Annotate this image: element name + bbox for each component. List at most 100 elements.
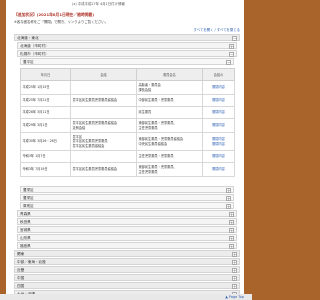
- committee-cell: 東部民生委員・児童委員協議会 中央民生委員協議会: [136, 132, 203, 151]
- detail-link[interactable]: 開閉内容: [202, 150, 235, 163]
- section-hokkaido-tohoku[interactable]: 北海道・東北 −: [14, 34, 240, 41]
- section-label: 厚別区: [23, 204, 34, 208]
- section-item[interactable]: 中部／東海・北陸 +: [14, 258, 240, 265]
- expand-collapse-all-link[interactable]: すべてを開く / すべてを閉じる: [194, 27, 241, 32]
- meeting-table: 年月日 会議 委員会名 会議の 平成25年 1月15日 高齢者・委員会 課長会議…: [20, 68, 235, 177]
- expand-icon[interactable]: +: [229, 219, 234, 225]
- table-row: 令和3年 7月19日 豊平区民生委員児童委員協議会 東部民生委員・児童委員、 主…: [20, 162, 235, 177]
- table-row: 平成25年 1月15日 高齢者・委員会 課長会議 開閉内容: [20, 80, 235, 95]
- section-label: 北海道（市町村）: [20, 44, 49, 48]
- detail-link[interactable]: 開閉内容: [202, 80, 235, 95]
- expand-icon[interactable]: +: [229, 43, 234, 49]
- table-row: 令和3年 1月7日 主任児童委員・児童委員 開閉内容: [20, 150, 235, 163]
- section-label: 近畿: [17, 268, 25, 272]
- committee-cell: 中部民生委員・児童委員: [136, 94, 203, 107]
- committee-cell: 民生委員: [136, 106, 203, 119]
- table-row: 平成29年 3月1日 豊平区民生委員児童委員協議会 定例会議 東部民生委員・児童…: [20, 118, 235, 133]
- date-cell: 平成25年 1月15日: [20, 80, 71, 95]
- instruction-note: ※各な固名称をご「開閉」で開き、リンクよりご覧ください。: [14, 20, 109, 24]
- section-hokkaido-city[interactable]: 北海道（市町村） +: [17, 42, 237, 49]
- section-label: 中国: [17, 276, 25, 280]
- section-item[interactable]: 近畿 +: [14, 266, 240, 273]
- meeting-cell: 豊平区民生委員児童委員協議会: [70, 162, 137, 177]
- meeting-cell: [70, 150, 137, 163]
- expand-icon[interactable]: +: [232, 275, 237, 281]
- collapse-icon[interactable]: −: [229, 51, 234, 57]
- date-cell: 平成29年 3月1日: [20, 118, 71, 133]
- meeting-cell: 豊平区 豊平区民生委員児童委員 豊平区民生委員協議会: [70, 132, 137, 151]
- expand-icon[interactable]: +: [226, 187, 231, 193]
- expand-icon[interactable]: +: [229, 211, 234, 217]
- detail-link[interactable]: 開閉内容: [202, 94, 235, 107]
- committee-cell: 主任児童委員・児童委員: [136, 150, 203, 163]
- footer-bar: [0, 294, 252, 300]
- table-row: 平成30年 3月26・26日 豊平区 豊平区民生委員児童委員 豊平区民生委員協議…: [20, 132, 235, 151]
- collapse-icon[interactable]: −: [232, 35, 237, 41]
- section-item[interactable]: 豊栄区 +: [20, 194, 234, 201]
- meeting-cell: [70, 80, 137, 95]
- header-committee: 委員会名: [136, 68, 203, 81]
- date-cell: 平成25年 7月21日: [20, 94, 71, 107]
- section-label: 豊栄区: [23, 188, 34, 192]
- section-item[interactable]: 青森県 +: [17, 210, 237, 217]
- section-sapporo[interactable]: 札幌市（市町村） −: [17, 50, 237, 57]
- date-cell: 平成28年 3月11日: [20, 106, 71, 119]
- section-label: 福島県: [20, 244, 31, 248]
- content-page: (x) 平成平成27年 4月1日付け情報 【追加状況】(2021年8月1日現在／…: [6, 0, 244, 300]
- committee-cell: 高齢者・委員会 課長会議: [136, 80, 203, 95]
- expand-icon[interactable]: +: [232, 259, 237, 265]
- section-item[interactable]: 関東 +: [14, 250, 240, 257]
- top-note: (x) 平成平成27年 4月1日付け情報: [72, 2, 125, 6]
- expand-icon[interactable]: +: [226, 203, 231, 209]
- section-item[interactable]: 厚別区 +: [20, 202, 234, 209]
- detail-link[interactable]: 開閉内容: [202, 118, 235, 133]
- expand-icon[interactable]: +: [232, 283, 237, 289]
- meeting-cell: 豊平区民生委員児童委員協議会 定例会議: [70, 118, 137, 133]
- section-item[interactable]: 山形県 +: [17, 234, 237, 241]
- header-link: 会議の: [202, 68, 235, 81]
- date-cell: 平成30年 3月26・26日: [20, 132, 71, 151]
- section-item[interactable]: 福島県 +: [17, 242, 237, 249]
- table-row: 平成25年 7月21日 豊平区民生委員児童委員協議会 中部民生委員・児童委員 開…: [20, 94, 235, 107]
- section-item[interactable]: 宮城県 +: [17, 226, 237, 233]
- page-top-link[interactable]: ▲ Page Top: [225, 295, 244, 299]
- header-date: 年月日: [20, 68, 71, 81]
- section-label: 四国: [17, 284, 25, 288]
- expand-icon[interactable]: +: [229, 243, 234, 249]
- section-item[interactable]: 四国 +: [14, 282, 240, 289]
- detail-link[interactable]: 開閉内容 開閉内容: [202, 132, 235, 151]
- date-cell: 令和3年 7月19日: [20, 162, 71, 177]
- meeting-cell: [70, 106, 137, 119]
- expand-icon[interactable]: +: [226, 195, 231, 201]
- section-item[interactable]: 秋田県 +: [17, 218, 237, 225]
- section-label: 札幌市（市町村）: [20, 52, 49, 56]
- section-label: 中部／東海・北陸: [17, 260, 46, 264]
- section-label: 北海道・東北: [17, 36, 39, 40]
- committee-cell: 東部民生委員・児童委員、 主任児童委員: [136, 118, 203, 133]
- update-status-heading: 【追加状況】(2021年8月1日現在／随時掲載): [14, 12, 95, 17]
- detail-link[interactable]: 開閉内容: [202, 106, 235, 119]
- section-label: 秋田県: [20, 220, 31, 224]
- section-label: 豊栄区: [23, 196, 34, 200]
- section-label: 山形県: [20, 236, 31, 240]
- collapse-icon[interactable]: −: [226, 59, 231, 65]
- right-border-strip: [244, 0, 252, 294]
- expand-icon[interactable]: +: [229, 235, 234, 241]
- expand-icon[interactable]: +: [232, 267, 237, 273]
- section-toyohira[interactable]: 豊平区 −: [20, 58, 234, 65]
- expand-icon[interactable]: +: [232, 251, 237, 257]
- section-label: 関東: [17, 252, 25, 256]
- detail-link[interactable]: 開閉内容: [202, 162, 235, 177]
- section-item[interactable]: 中国 +: [14, 274, 240, 281]
- table-header-row: 年月日 会議 委員会名 会議の: [20, 68, 235, 81]
- section-label: 豊平区: [23, 60, 34, 64]
- meeting-cell: 豊平区民生委員児童委員協議会: [70, 94, 137, 107]
- header-meeting: 会議: [70, 68, 137, 81]
- committee-cell: 東部民生委員・児童委員、 主任児童委員: [136, 162, 203, 177]
- section-label: 青森県: [20, 212, 31, 216]
- table-row: 平成28年 3月11日 民生委員 開閉内容: [20, 106, 235, 119]
- date-cell: 令和3年 1月7日: [20, 150, 71, 163]
- section-label: 宮城県: [20, 228, 31, 232]
- section-item[interactable]: 豊栄区 +: [20, 186, 234, 193]
- expand-icon[interactable]: +: [229, 227, 234, 233]
